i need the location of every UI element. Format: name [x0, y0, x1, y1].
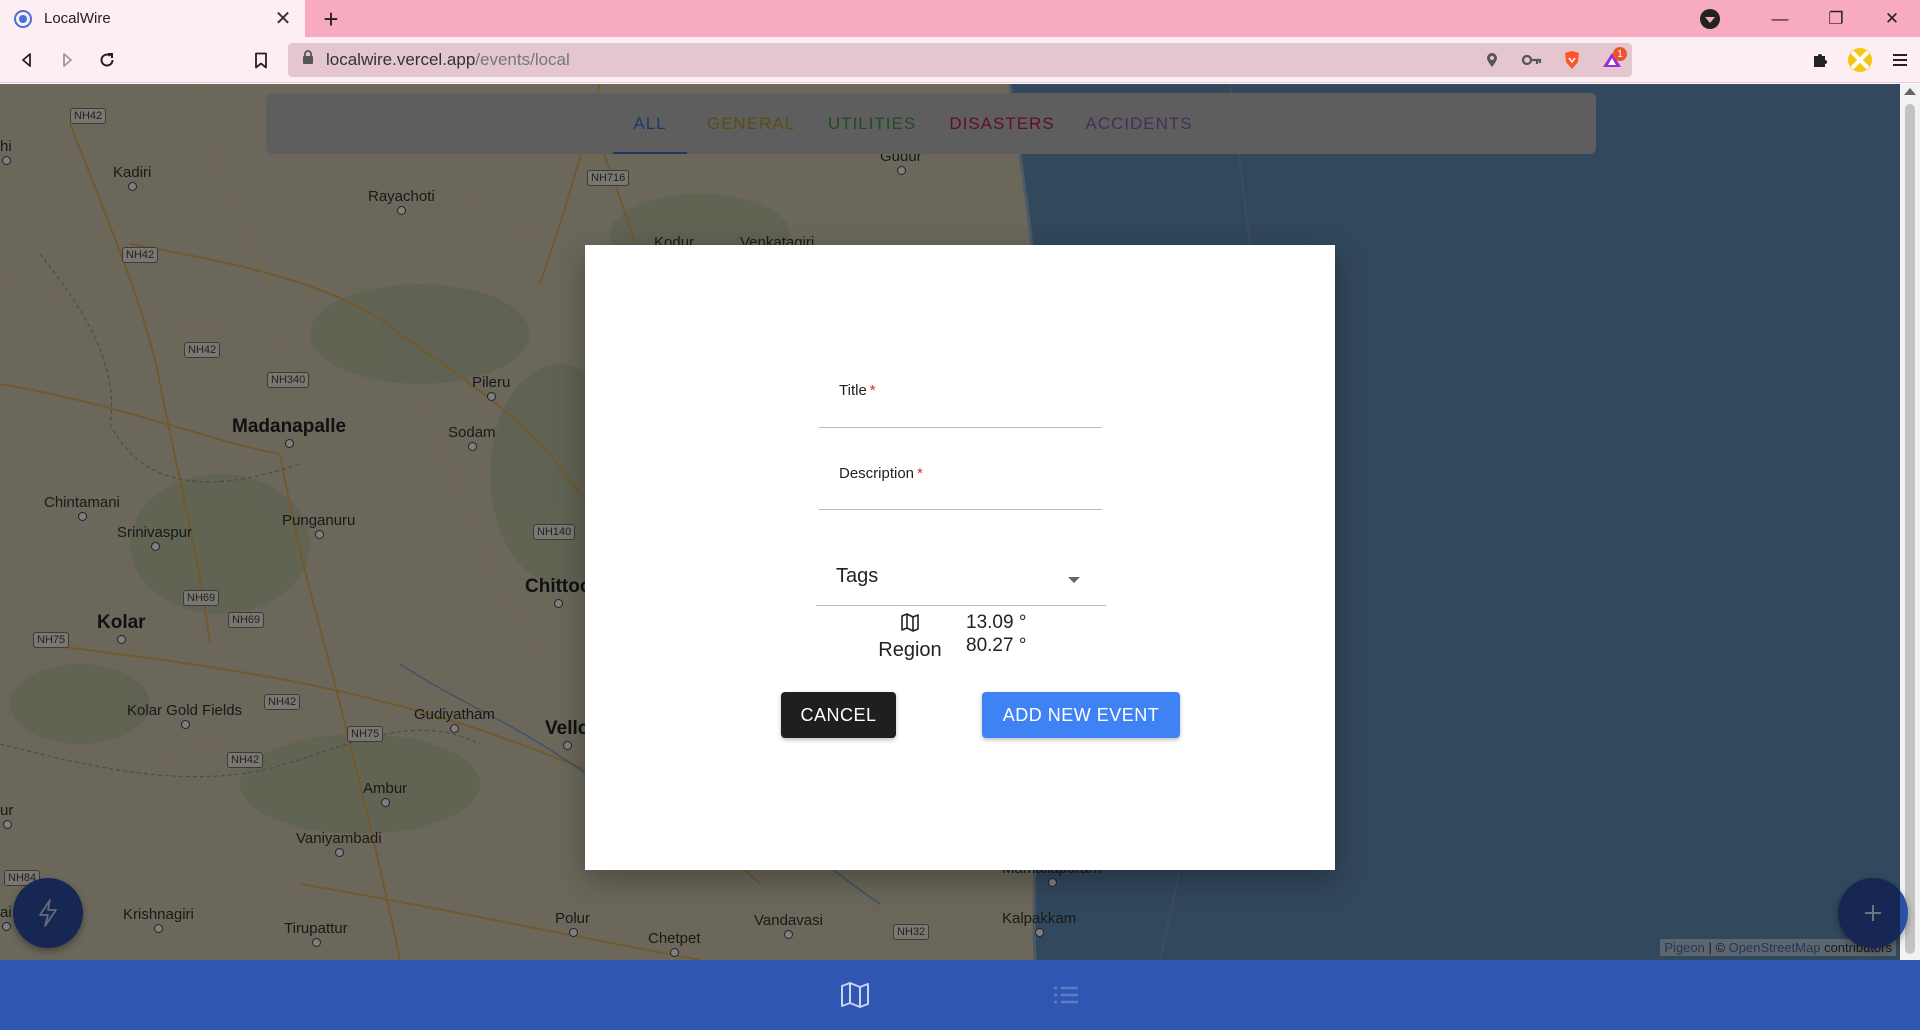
url-host: localwire.vercel.app — [326, 50, 476, 69]
region-selector[interactable]: Region — [870, 613, 950, 662]
minimize-icon[interactable]: — — [1752, 0, 1808, 37]
location-icon[interactable] — [1472, 43, 1512, 77]
map-icon — [841, 982, 869, 1008]
new-tab-button[interactable]: + — [316, 4, 346, 34]
tags-label: Tags — [836, 565, 879, 587]
brave-rewards-icon[interactable]: 1 — [1592, 43, 1632, 77]
bottom-navigation — [0, 960, 1920, 1030]
browser-tabbar: LocalWire ✕ + — ❐ ✕ — [0, 0, 1920, 37]
address-bar[interactable]: localwire.vercel.app /events/local 1 — [288, 43, 1632, 77]
cancel-button[interactable]: CANCEL — [781, 692, 896, 738]
map-icon — [901, 613, 919, 632]
title-field[interactable]: Title * — [819, 370, 1102, 428]
nav-list[interactable] — [1046, 977, 1086, 1013]
key-icon[interactable] — [1512, 43, 1552, 77]
restore-icon[interactable]: ❐ — [1808, 0, 1864, 37]
tab-title: LocalWire — [44, 10, 111, 27]
tags-select[interactable]: Tags — [816, 552, 1106, 606]
scrollbar-thumb[interactable] — [1905, 104, 1915, 954]
description-label: Description * — [839, 465, 923, 482]
url-path: /events/local — [475, 50, 570, 69]
coordinates: 13.09 ° 80.27 ° — [966, 611, 1026, 657]
window-close-icon[interactable]: ✕ — [1864, 0, 1920, 37]
lock-icon — [302, 50, 314, 70]
title-label: Title * — [839, 382, 876, 399]
region-label: Region — [878, 639, 942, 661]
description-field[interactable]: Description * — [819, 453, 1102, 510]
dropdown-arrow-icon — [1068, 577, 1080, 583]
brave-shield-icon[interactable] — [1552, 43, 1592, 77]
forward-icon[interactable] — [52, 45, 82, 75]
nav-map[interactable] — [835, 977, 875, 1013]
back-icon[interactable] — [12, 45, 42, 75]
reload-icon[interactable] — [92, 45, 122, 75]
tab-search-icon[interactable] — [1700, 8, 1720, 29]
browser-tab[interactable]: LocalWire ✕ — [0, 0, 305, 37]
browser-toolbar: localwire.vercel.app /events/local 1 — [0, 37, 1920, 83]
page-scrollbar[interactable] — [1900, 84, 1920, 960]
list-icon — [1054, 986, 1078, 1004]
latitude-value: 13.09 ° — [966, 612, 1027, 633]
add-event-dialog: Title * Description * Tags Region 13.09 ° … — [585, 245, 1335, 870]
extensions-icon[interactable] — [1800, 37, 1840, 83]
scroll-up-arrow-icon[interactable] — [1904, 88, 1916, 95]
notification-badge: 1 — [1613, 47, 1627, 61]
close-tab-icon[interactable]: ✕ — [271, 7, 295, 31]
bookmark-icon[interactable] — [246, 45, 276, 75]
menu-icon[interactable] — [1880, 37, 1920, 83]
favicon-icon — [14, 9, 32, 28]
add-new-event-button[interactable]: ADD NEW EVENT — [982, 692, 1180, 738]
longitude-value: 80.27 ° — [966, 635, 1027, 656]
profile-avatar[interactable] — [1840, 37, 1880, 83]
